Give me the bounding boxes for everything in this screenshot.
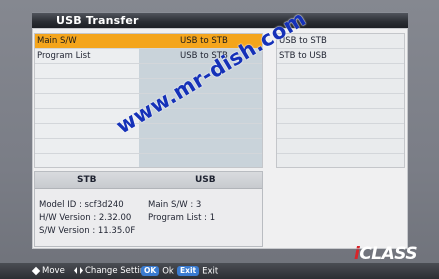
title-bar: USB Transfer xyxy=(32,12,408,29)
move-hint: Move xyxy=(31,266,65,276)
usb-program-list: Program List : 1 xyxy=(148,213,216,223)
stb-hw-version: H/W Version : 2.32.00 xyxy=(39,213,132,223)
exit-key-icon: Exit xyxy=(177,266,200,276)
footer-bar: Move Change Setting OK Ok Exit Exit xyxy=(0,263,439,279)
change-setting-hint: Change Setting xyxy=(74,266,151,276)
stb-model-id: Model ID : scf3d240 xyxy=(39,200,124,210)
setting-label: Program List xyxy=(37,51,91,61)
option-item[interactable]: USB to STB xyxy=(277,34,404,49)
empty-row xyxy=(35,139,262,154)
empty-option-row xyxy=(277,64,404,79)
empty-row xyxy=(35,124,262,139)
ok-hint: OK Ok xyxy=(141,266,174,277)
dpad-icon xyxy=(31,266,41,275)
option-list: USB to STB STB to USB xyxy=(276,33,405,168)
ok-key-icon: OK xyxy=(141,266,160,276)
empty-option-row xyxy=(277,109,404,124)
setting-value[interactable]: USB to STB xyxy=(180,36,228,46)
empty-option-row xyxy=(277,139,404,154)
exit-hint: Exit Exit xyxy=(177,266,218,277)
empty-option-row xyxy=(277,124,404,139)
option-label: STB to USB xyxy=(279,51,327,61)
left-right-arrows-icon xyxy=(74,267,83,274)
empty-option-row xyxy=(277,79,404,94)
stb-header: STB xyxy=(77,175,97,185)
option-item[interactable]: STB to USB xyxy=(277,49,404,64)
usb-header: USB xyxy=(195,175,216,185)
page-title: USB Transfer xyxy=(56,14,139,27)
brand-logo: iCLASS xyxy=(354,244,418,264)
empty-option-row xyxy=(277,94,404,109)
empty-row xyxy=(35,79,262,94)
usb-main-sw: Main S/W : 3 xyxy=(148,200,202,210)
info-header: STB USB xyxy=(35,172,262,189)
setting-label: Main S/W xyxy=(37,36,77,46)
info-panel: STB USB Model ID : scf3d240 H/W Version … xyxy=(34,171,263,247)
stb-sw-version: S/W Version : 11.35.0F xyxy=(39,226,136,236)
